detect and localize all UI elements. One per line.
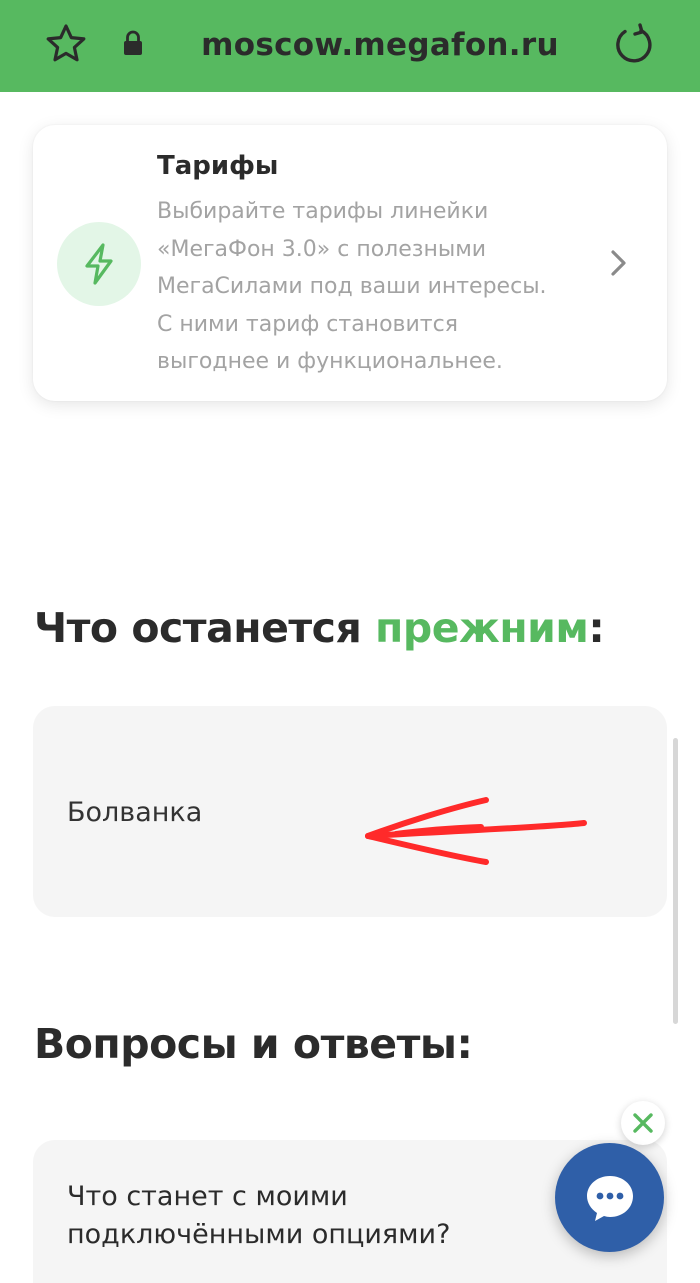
faq-question: Что станет с моими подключёнными опциями… — [67, 1181, 451, 1250]
section-title-suffix: : — [588, 604, 605, 652]
same-item-label: Болванка — [67, 797, 203, 828]
tariffs-description: Выбирайте тарифы линейки «МегаФон 3.0» с… — [157, 199, 547, 374]
tariffs-card[interactable]: Тарифы Выбирайте тарифы линейки «МегаФон… — [33, 125, 667, 401]
lightning-icon — [85, 243, 113, 285]
section-title-prefix: Что останется — [34, 604, 376, 652]
section-title-faq: Вопросы и ответы: — [34, 1020, 473, 1068]
red-arrow-annotation — [365, 797, 587, 865]
reload-icon[interactable] — [611, 22, 657, 68]
chat-bubble-icon — [586, 1175, 633, 1221]
address-url[interactable]: moscow.megafon.ru — [160, 0, 600, 92]
tariffs-title: Тарифы — [157, 151, 279, 181]
browser-address-bar: moscow.megafon.ru — [0, 0, 700, 92]
chat-close-button[interactable] — [621, 1101, 665, 1145]
close-icon — [633, 1113, 653, 1133]
chevron-right-icon[interactable] — [607, 248, 631, 278]
section-title-accent: прежним — [375, 604, 589, 652]
section-title-same: Что останется прежним: — [34, 604, 605, 652]
tariffs-icon-circle — [57, 222, 141, 306]
page-scrollbar[interactable] — [673, 738, 678, 1024]
star-icon[interactable] — [44, 22, 88, 66]
lock-icon — [124, 30, 142, 55]
chat-button[interactable] — [555, 1143, 664, 1252]
